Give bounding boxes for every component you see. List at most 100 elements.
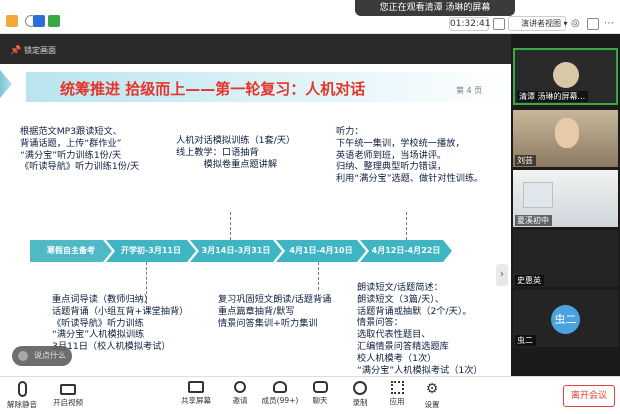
text-line: 人机对话模拟训练（1套/天）: [176, 135, 296, 146]
connector-line: [230, 212, 231, 240]
chat-button[interactable]: 聊天: [300, 381, 340, 406]
settings-button[interactable]: ⚙ 设置: [412, 381, 452, 410]
text-line: 背诵话题，上传“群作业”: [20, 137, 122, 149]
record-button[interactable]: 录制: [340, 381, 380, 408]
text-line: 3月11日（校人机模拟考试）: [52, 341, 171, 353]
participant-name: 虫二: [515, 335, 536, 346]
text-line: 根据范文MP3跟读短文、: [20, 126, 122, 137]
invite-icon: [234, 381, 246, 393]
invite-button[interactable]: 邀请: [220, 381, 260, 406]
members-icon: [273, 381, 287, 393]
participant-gallery: 清潭 汤琳的屏幕... 刘芸 夏溪初中 史惠英 虫二 虫二: [511, 34, 620, 376]
pin-icon: 📌: [10, 46, 22, 56]
room-image: [523, 182, 553, 208]
text-block-review: 复习巩固短文朗读/话题背诵 重点篇章抽背/默写 情景问答集训+听力集训: [218, 294, 331, 329]
members-button[interactable]: 成员(99+): [260, 381, 300, 406]
unmute-label: 解除静音: [7, 400, 37, 409]
text-line: 听力：: [336, 126, 364, 137]
text-line: 模拟卷重点题讲解: [176, 158, 278, 170]
share-screen-icon: [188, 381, 204, 393]
gear-icon: ⚙: [425, 381, 439, 397]
participant-tile[interactable]: 夏溪初中: [513, 170, 618, 227]
timeline-stage-3: 4月1日-4月10日: [276, 240, 366, 262]
layout-icon[interactable]: [493, 18, 505, 30]
comment-icon: [18, 351, 28, 361]
text-line: 朗读短文（3篇/天）、: [357, 293, 445, 305]
text-block-winter: 根据范文MP3跟读短文、 背诵话题，上传“群作业” “满分宝”听力训练1份/天 …: [20, 126, 139, 173]
avatar: 虫二: [551, 305, 580, 334]
apps-icon: [390, 381, 404, 394]
leave-meeting-button[interactable]: 离开会议: [563, 385, 615, 407]
video-off-icon: [60, 384, 76, 395]
text-block-simulation: 人机对话模拟训练（1套/天） 线上教学：口语抽背 模拟卷重点题讲解: [176, 135, 295, 170]
text-line: 《听读导航》听力训练1份/天: [20, 161, 140, 173]
chevron-right-icon[interactable]: ›: [496, 264, 508, 286]
text-line: 复习巩固短文朗读/话题背诵: [218, 294, 332, 305]
timeline-stage-2: 3月14日-3月31日: [190, 240, 282, 262]
text-line: 《听读导航》听力训练: [52, 317, 144, 329]
slide-arrow-decoration: [0, 70, 12, 98]
text-line: 归纳、整理典型听力错误，: [336, 161, 447, 173]
settings-label: 设置: [424, 400, 440, 409]
participant-name: 刘芸: [515, 155, 536, 166]
participant-tile[interactable]: 刘芸: [513, 110, 618, 167]
chat-label: 聊天: [312, 396, 328, 405]
record-icon: [353, 381, 367, 395]
text-line: 重点篇章抽背/默写: [218, 305, 295, 317]
participant-name: 史惠英: [515, 275, 544, 286]
comment-label: 说点什么: [34, 351, 66, 360]
timeline-stage-1: 开学初-3月11日: [106, 240, 196, 262]
speaker-view-label: 演讲者视图: [521, 19, 561, 28]
lock-screen-button[interactable]: 📌 锁定画面: [10, 44, 70, 58]
record-label: 录制: [352, 398, 368, 407]
top-bar: 您正在观看清潭 汤琳的屏幕 01:32:41 演讲者视图 ▾ ◎ ⋯: [0, 0, 620, 34]
share-screen-label: 共享屏幕: [181, 396, 211, 405]
meeting-timer: 01:32:41: [449, 17, 491, 31]
unmute-button[interactable]: 解除静音: [2, 381, 42, 410]
apps-label: 应用: [389, 397, 405, 406]
more-icon[interactable]: ⋯: [604, 18, 616, 30]
viewing-banner: 您正在观看清潭 汤琳的屏幕: [355, 0, 515, 16]
timeline-stage-winter: 寒假自主备考: [30, 240, 112, 262]
start-video-label: 开启视频: [53, 398, 83, 407]
presentation-slide: 统筹推进 拾级而上——第一轮复习：人机对话 第 4 页 根据范文MP3跟读短文、…: [0, 64, 511, 376]
apps-button[interactable]: 应用: [377, 381, 417, 407]
text-line: “满分宝”人机模拟训练: [52, 329, 145, 341]
fullscreen-icon[interactable]: [587, 18, 599, 30]
text-block-listening: 听力： 下午统一集训，学校统一播放， 英语老师到班，当场讲评。 归纳、整理典型听…: [336, 126, 483, 185]
share-screen-button[interactable]: 共享屏幕: [176, 381, 216, 406]
connector-line: [318, 262, 319, 290]
speaker-view-button[interactable]: 演讲者视图 ▾: [508, 16, 568, 31]
text-line: 英语老师到班，当场讲评。: [336, 149, 447, 161]
text-line: 情景问答：: [357, 317, 403, 329]
invite-label: 邀请: [232, 396, 248, 405]
text-block-early: 重点词导读（教师归纳） 话题背诵（小组互背+课堂抽背） 《听读导航》听力训练 “…: [52, 294, 188, 353]
chat-icon: [312, 381, 328, 393]
slide-title: 统筹推进 拾级而上——第一轮复习：人机对话: [60, 80, 366, 98]
avatar: [555, 118, 579, 148]
text-line: “满分宝”听力训练1份/天: [20, 149, 122, 161]
warning-icon[interactable]: [6, 15, 18, 27]
shield-icon[interactable]: [33, 15, 45, 27]
avatar: [553, 62, 579, 88]
text-line: 下午统一集训，学校统一播放，: [336, 137, 465, 149]
text-line: 选取代表性题目、: [357, 329, 431, 341]
participant-tile[interactable]: 史惠英: [513, 230, 618, 287]
timeline-stage-4: 4月12日-4月22日: [360, 240, 452, 262]
text-line: 利用“满分宝”选题、做针对性训练。: [336, 173, 484, 185]
signal-icon[interactable]: [48, 15, 60, 27]
lock-screen-label: 锁定画面: [24, 46, 56, 55]
start-video-button[interactable]: 开启视频: [48, 381, 88, 408]
comment-button[interactable]: 说点什么: [12, 346, 72, 366]
participant-name: 清潭 汤琳的屏幕...: [517, 91, 589, 102]
text-line: 朗读短文/话题简述：: [357, 282, 443, 293]
text-line: 校人机模考（1次）: [357, 352, 437, 364]
participant-tile[interactable]: 清潭 汤琳的屏幕...: [513, 48, 618, 105]
text-line: 汇编情景问答精选题库: [357, 340, 449, 352]
shared-screen: 📌 锁定画面 统筹推进 拾级而上——第一轮复习：人机对话 第 4 页 根据范文M…: [0, 34, 511, 376]
text-line: “满分宝”人机模拟考试（1次）: [357, 364, 483, 376]
settings-circle-icon[interactable]: ◎: [571, 18, 583, 30]
text-line: 情景问答集训+听力集训: [218, 317, 318, 329]
participant-tile[interactable]: 虫二 虫二: [513, 290, 618, 347]
text-line: 话题背诵或抽默（2个/天）。: [357, 305, 472, 317]
